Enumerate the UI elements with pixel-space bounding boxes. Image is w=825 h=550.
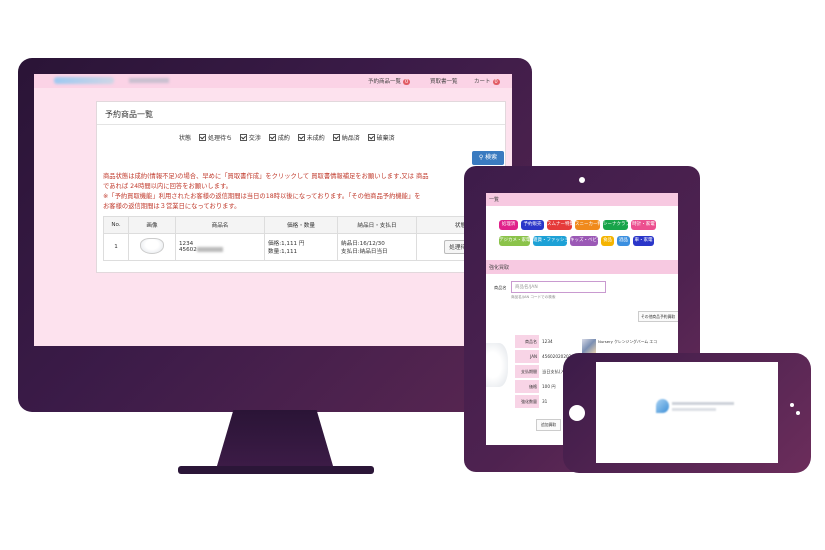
section-title: 強化買取 xyxy=(489,265,510,271)
tablet-camera xyxy=(579,177,585,183)
detail-label: 支払期間 xyxy=(515,365,539,378)
chip-category[interactable]: キッズ・ベビー xyxy=(570,236,602,246)
product-thumbnail xyxy=(582,339,596,353)
chip-category[interactable]: シーナクラブ xyxy=(603,220,630,230)
tablet-search-input[interactable]: 商品名/JAN xyxy=(511,281,606,293)
phone-home-button xyxy=(569,405,585,421)
site-logo[interactable] xyxy=(54,77,114,84)
detail-label: 強化数量 xyxy=(515,395,539,408)
blurred-jan xyxy=(196,247,223,252)
top-nav-bar: 予約商品一覧 0 買取書一覧 カート 0 xyxy=(34,74,512,88)
detail-value: 100 円 xyxy=(542,384,556,389)
nav-badge: 0 xyxy=(403,79,411,85)
cart-badge: 0 xyxy=(492,79,500,85)
quantity: 数量:1,111 xyxy=(268,249,298,255)
col-no: No. xyxy=(103,216,129,234)
status-option-label: 成約 xyxy=(277,135,290,142)
status-checkbox[interactable] xyxy=(198,134,206,141)
side-product-name: Nursery クレンジングバーム エコ xyxy=(598,339,657,344)
divider xyxy=(97,124,505,125)
add-purchase-button[interactable]: 追加買取 xyxy=(536,419,562,431)
status-option-label: 納品済 xyxy=(341,135,360,142)
reserved-items-panel: 予約商品一覧 状態 処理待ち 交渉 成約 未成約 納品済 破棄済 ⚲ 検索 商品… xyxy=(96,101,506,273)
col-dates: 納品日・支払日 xyxy=(337,216,417,234)
product-image xyxy=(128,233,176,261)
search-button[interactable]: ⚲ 検索 xyxy=(472,151,504,165)
chip-category[interactable]: 予約販売 xyxy=(521,220,544,230)
search-field-label: 商品名 xyxy=(494,285,507,290)
status-filter: 状態 処理待ち 交渉 成約 未成約 納品済 破棄済 xyxy=(179,133,395,142)
blurred-logo-text xyxy=(672,402,734,405)
site-logo-text xyxy=(129,78,169,83)
col-image: 画像 xyxy=(128,216,176,234)
chip-category[interactable]: 車・家電 xyxy=(633,236,654,246)
product-name-cell: 1234 45602 xyxy=(175,233,265,261)
table-row[interactable]: 1 1234 45602 価格:1,111 円数量:1,111 納品日:16/12… xyxy=(103,233,505,261)
tablet-header-title: 一覧 xyxy=(489,197,500,203)
status-checkbox[interactable] xyxy=(297,134,305,141)
tablet-header: 一覧 xyxy=(486,193,678,206)
price: 価格:1,111 円 xyxy=(268,241,305,247)
search-icon: ⚲ xyxy=(478,154,484,161)
phone-sensor xyxy=(796,411,800,415)
notice-line: お客様の返信期間は３営業日になっております。 xyxy=(103,203,241,210)
status-option-label: 交渉 xyxy=(248,135,261,142)
loading-logo xyxy=(656,399,669,413)
phone-screen xyxy=(596,362,778,463)
detail-label: 商品名 xyxy=(515,335,539,348)
detail-label: JAN xyxy=(515,350,539,363)
nav-cart[interactable]: カート 0 xyxy=(474,77,500,85)
nav-purchase-docs[interactable]: 買取書一覧 xyxy=(430,77,458,85)
chip-category[interactable]: 時計・家電 xyxy=(631,220,656,230)
chip-category[interactable]: 雑貨・ファッション xyxy=(533,236,574,246)
status-checkbox[interactable] xyxy=(367,134,375,141)
status-option-label: 破棄済 xyxy=(376,135,395,142)
monitor-stand xyxy=(215,410,335,472)
tablet-section-header: 強化買取 xyxy=(486,260,678,274)
status-checkbox[interactable] xyxy=(332,134,340,141)
chip-category[interactable]: 処理済 xyxy=(499,220,518,230)
mask-product-image xyxy=(140,238,164,254)
desktop-screen: 予約商品一覧 0 買取書一覧 カート 0 予約商品一覧 状態 処理待ち 交渉 成約 … xyxy=(34,74,512,346)
blurred-logo-subtext xyxy=(672,408,716,411)
phone-camera xyxy=(790,403,794,407)
chip-category[interactable]: 酒品 xyxy=(617,236,630,246)
notice-line: ※「予約買取機能」利用されたお客様の返信期間は当日の18時以後になっております。… xyxy=(103,193,421,200)
chip-category[interactable]: スムナー特集 xyxy=(547,220,574,230)
notice-line: 商品状態は成約(情報不足)の場合、早めに「買取書作成」をクリックして 買取書情報… xyxy=(103,173,429,180)
detail-value: 1234 xyxy=(542,339,553,344)
status-option-label: 未成約 xyxy=(306,135,325,142)
chip-category[interactable]: スニーカー特集 xyxy=(575,220,607,230)
product-jan: 45602 xyxy=(179,247,197,253)
nav-reserved-items[interactable]: 予約商品一覧 0 xyxy=(368,77,411,85)
items-table: No. 画像 商品名 価格・数量 納品日・支払日 状態 1 1234 45602 … xyxy=(103,216,505,261)
status-checkbox[interactable] xyxy=(268,134,276,141)
status-checkbox[interactable] xyxy=(239,134,247,141)
col-name: 商品名 xyxy=(175,216,265,234)
dates-cell: 納品日:16/12/30 支払日:納品日当日 xyxy=(337,233,417,261)
panel-title: 予約商品一覧 xyxy=(105,110,153,119)
table-header-row: No. 画像 商品名 価格・数量 納品日・支払日 状態 xyxy=(103,216,505,234)
detail-label: 価格 xyxy=(515,380,539,393)
search-hint: 商品名/JAN コードでの検索 xyxy=(511,295,556,299)
status-label: 状態 xyxy=(179,135,192,142)
status-option-label: 処理待ち xyxy=(207,135,232,142)
monitor-base xyxy=(178,466,374,474)
other-reservation-button[interactable]: その他商品予約買取 xyxy=(638,311,678,322)
col-price-qty: 価格・数量 xyxy=(264,216,338,234)
notice-line: であれば 24時間以内に回答をお願いします。 xyxy=(103,183,232,190)
row-no: 1 xyxy=(103,233,129,261)
detail-value: 31 xyxy=(542,399,548,404)
delivery-date: 納品日:16/12/30 xyxy=(341,241,385,247)
search-button-label: 検索 xyxy=(485,154,498,161)
mask-product-image xyxy=(486,343,508,387)
price-qty-cell: 価格:1,111 円数量:1,111 xyxy=(264,233,338,261)
chip-category[interactable]: デジカメ・家電 xyxy=(499,236,531,246)
payment-date: 支払日:納品日当日 xyxy=(341,249,388,255)
chip-category[interactable]: 食品 xyxy=(601,236,614,246)
